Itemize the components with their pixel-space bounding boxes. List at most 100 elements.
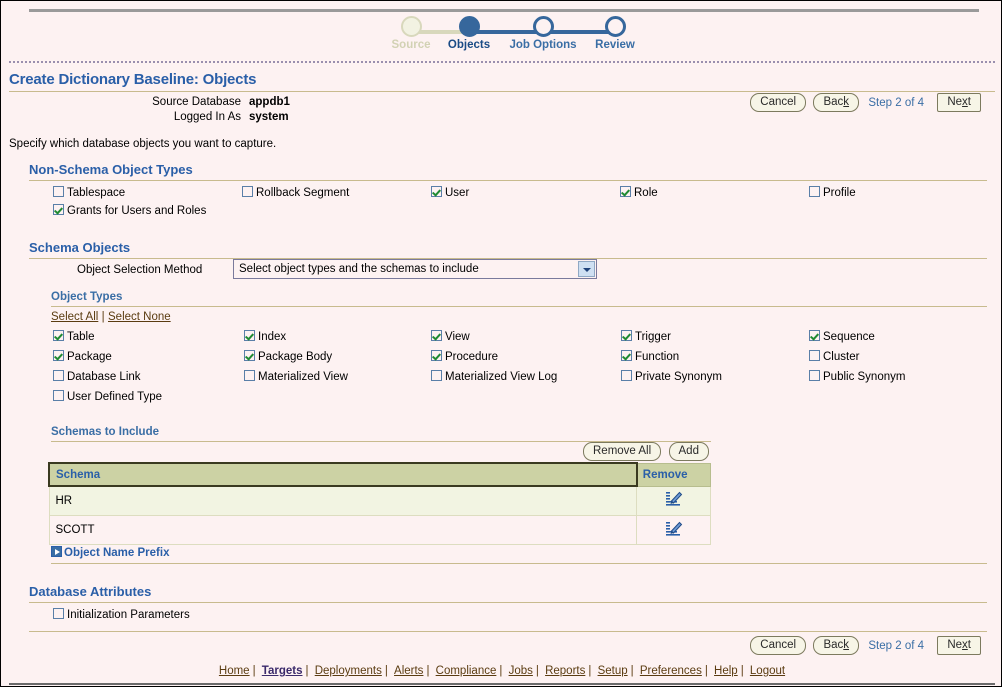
checkbox-box-tablespace[interactable]: [53, 186, 64, 197]
object-name-prefix-disclosure[interactable]: Object Name Prefix: [51, 545, 169, 559]
checkbox-box-initialization-parameters[interactable]: [53, 608, 64, 619]
cancel-button-top[interactable]: Cancel: [750, 93, 807, 112]
chevron-right-icon[interactable]: [51, 546, 62, 557]
select-all-link[interactable]: Select All: [51, 311, 98, 323]
footer-separator: |: [535, 665, 539, 677]
checkbox-label-cluster: Cluster: [823, 351, 860, 363]
bottom-divider: [9, 683, 995, 685]
checkbox-rollback-segment[interactable]: Rollback Segment: [242, 186, 349, 200]
checkbox-box-view[interactable]: [431, 330, 442, 341]
checkbox-label-rollback-segment: Rollback Segment: [256, 187, 350, 199]
footer-link-jobs[interactable]: Jobs: [509, 665, 533, 677]
footer-link-setup[interactable]: Setup: [598, 665, 628, 677]
train-step-objects[interactable]: Objects: [429, 13, 509, 52]
checkbox-grants-for-users-and-roles[interactable]: Grants for Users and Roles: [53, 204, 206, 218]
footer-link-deployments[interactable]: Deployments: [315, 665, 382, 677]
checkbox-index[interactable]: Index: [244, 330, 286, 344]
checkbox-user[interactable]: User: [431, 186, 469, 200]
checkbox-trigger[interactable]: Trigger: [621, 330, 671, 344]
checkbox-box-trigger[interactable]: [621, 330, 632, 341]
checkbox-function[interactable]: Function: [621, 350, 679, 364]
object-selection-method-value: Select object types and the schemas to i…: [239, 263, 479, 275]
section-heading-non-schema: Non-Schema Object Types: [29, 162, 193, 177]
checkbox-label-view: View: [445, 331, 470, 343]
next-accel-bottom: x: [962, 639, 968, 651]
checkbox-tablespace[interactable]: Tablespace: [53, 186, 125, 200]
checkbox-box-table[interactable]: [53, 330, 64, 341]
object-selection-method-select[interactable]: Select object types and the schemas to i…: [233, 259, 597, 279]
footer-link-preferences[interactable]: Preferences: [640, 665, 702, 677]
checkbox-materialized-view-log[interactable]: Materialized View Log: [431, 370, 557, 384]
checkbox-view[interactable]: View: [431, 330, 470, 344]
checkbox-label-user-defined-type: User Defined Type: [67, 391, 163, 403]
train-label-objects: Objects: [447, 39, 491, 51]
footer-link-help[interactable]: Help: [714, 665, 738, 677]
checkbox-box-materialized-view-log[interactable]: [431, 370, 442, 381]
footer-separator: |: [588, 665, 592, 677]
checkbox-box-materialized-view[interactable]: [244, 370, 255, 381]
footer-separator: |: [630, 665, 634, 677]
checkbox-box-package[interactable]: [53, 350, 64, 361]
checkbox-box-private-synonym[interactable]: [621, 370, 632, 381]
footer-link-targets[interactable]: Targets: [262, 665, 303, 677]
checkbox-box-procedure[interactable]: [431, 350, 442, 361]
checkbox-user-defined-type[interactable]: User Defined Type: [53, 390, 162, 404]
checkbox-table[interactable]: Table: [53, 330, 95, 344]
footer-link-home[interactable]: Home: [219, 665, 250, 677]
checkbox-role[interactable]: Role: [620, 186, 658, 200]
checkbox-package[interactable]: Package: [53, 350, 112, 364]
checkbox-box-profile[interactable]: [809, 186, 820, 197]
checkbox-box-package-body[interactable]: [244, 350, 255, 361]
back-button-bottom[interactable]: Back: [813, 636, 860, 655]
checkbox-sequence[interactable]: Sequence: [809, 330, 875, 344]
checkbox-label-trigger: Trigger: [635, 331, 671, 343]
checkbox-package-body[interactable]: Package Body: [244, 350, 332, 364]
cell-remove-hr[interactable]: [636, 485, 711, 516]
footer-link-logout[interactable]: Logout: [750, 665, 785, 677]
checkbox-label-materialized-view-log: Materialized View Log: [445, 371, 558, 383]
select-none-link[interactable]: Select None: [108, 311, 171, 323]
train-step-review[interactable]: Review: [575, 13, 655, 52]
checkbox-box-database-link[interactable]: [53, 370, 64, 381]
cancel-button-bottom[interactable]: Cancel: [750, 636, 807, 655]
footer-link-compliance[interactable]: Compliance: [436, 665, 497, 677]
checkbox-label-public-synonym: Public Synonym: [823, 371, 906, 383]
edit-icon[interactable]: [665, 490, 683, 508]
dotted-divider: [9, 61, 995, 63]
remove-all-button[interactable]: Remove All: [583, 442, 662, 461]
footer-link-alerts[interactable]: Alerts: [394, 665, 423, 677]
next-button-top[interactable]: Next: [937, 93, 981, 112]
checkbox-box-rollback-segment[interactable]: [242, 186, 253, 197]
checkbox-initialization-parameters[interactable]: Initialization Parameters: [53, 608, 190, 622]
column-header-schema[interactable]: Schema: [48, 462, 638, 487]
checkbox-box-sequence[interactable]: [809, 330, 820, 341]
schemas-to-include-label: Schemas to Include: [51, 426, 160, 438]
checkbox-public-synonym[interactable]: Public Synonym: [809, 370, 905, 384]
checkbox-box-cluster[interactable]: [809, 350, 820, 361]
section-rule-object-types: [51, 306, 987, 307]
cell-remove-scott[interactable]: [636, 515, 711, 545]
checkbox-box-index[interactable]: [244, 330, 255, 341]
checkbox-procedure[interactable]: Procedure: [431, 350, 498, 364]
footer-navigation: Home | Targets | Deployments | Alerts | Comp…: [1, 665, 1001, 677]
back-button-top[interactable]: Back: [813, 93, 860, 112]
next-button-bottom[interactable]: Next: [937, 636, 981, 655]
checkbox-label-tablespace: Tablespace: [67, 187, 126, 199]
checkbox-cluster[interactable]: Cluster: [809, 350, 859, 364]
checkbox-box-public-synonym[interactable]: [809, 370, 820, 381]
checkbox-box-role[interactable]: [620, 186, 631, 197]
train-step-job-options[interactable]: Job Options: [503, 13, 583, 52]
checkbox-profile[interactable]: Profile: [809, 186, 856, 200]
footer-link-reports[interactable]: Reports: [545, 665, 585, 677]
chevron-down-icon[interactable]: [578, 261, 595, 277]
train-label-job-options: Job Options: [509, 39, 577, 51]
checkbox-box-grants[interactable]: [53, 204, 64, 215]
checkbox-box-user[interactable]: [431, 186, 442, 197]
checkbox-box-function[interactable]: [621, 350, 632, 361]
checkbox-materialized-view[interactable]: Materialized View: [244, 370, 348, 384]
checkbox-private-synonym[interactable]: Private Synonym: [621, 370, 722, 384]
add-button[interactable]: Add: [668, 442, 709, 461]
checkbox-database-link[interactable]: Database Link: [53, 370, 141, 384]
checkbox-box-user-defined-type[interactable]: [53, 390, 64, 401]
edit-icon[interactable]: [665, 520, 683, 538]
